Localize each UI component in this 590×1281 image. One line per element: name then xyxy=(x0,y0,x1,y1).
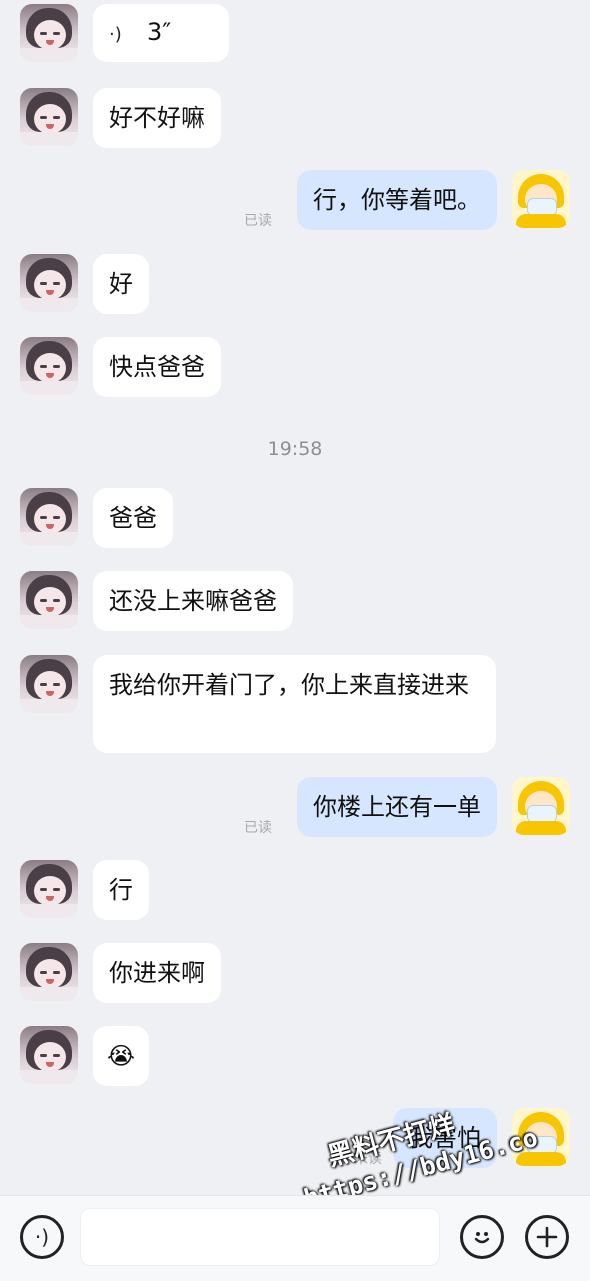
message-bubble[interactable]: 我给你开着门了，你上来直接进来 xyxy=(93,655,496,753)
contact-avatar[interactable] xyxy=(20,4,78,62)
emoji-icon[interactable] xyxy=(460,1215,504,1259)
read-status: 已读 xyxy=(244,820,272,836)
message-bubble[interactable]: 好 xyxy=(93,254,149,314)
input-toolbar: ·) xyxy=(0,1195,590,1281)
contact-avatar[interactable] xyxy=(20,1026,78,1084)
voice-icon[interactable]: ·) xyxy=(20,1215,64,1259)
crying-emoji-message[interactable]: 😭 xyxy=(93,1026,149,1086)
read-status: 已读 xyxy=(244,213,272,229)
plus-icon[interactable] xyxy=(525,1215,569,1259)
contact-avatar[interactable] xyxy=(20,88,78,146)
contact-avatar[interactable] xyxy=(20,943,78,1001)
contact-avatar[interactable] xyxy=(20,860,78,918)
unread-status: 未读 xyxy=(354,1151,382,1167)
contact-avatar[interactable] xyxy=(20,488,78,546)
contact-avatar[interactable] xyxy=(20,655,78,713)
timestamp: 19:58 xyxy=(267,438,323,460)
message-bubble[interactable]: 爸爸 xyxy=(93,488,173,548)
my-avatar[interactable] xyxy=(512,1108,570,1166)
message-bubble[interactable]: 快点爸爸 xyxy=(93,337,221,397)
voice-message-bubble[interactable]: ·) 3″ xyxy=(93,4,229,62)
message-bubble[interactable]: 行 xyxy=(93,860,149,920)
contact-avatar[interactable] xyxy=(20,571,78,629)
my-avatar[interactable] xyxy=(512,170,570,228)
voice-wave-icon: ·) xyxy=(109,24,122,45)
message-bubble[interactable]: 你楼上还有一单 xyxy=(297,777,497,837)
plus-glyph xyxy=(536,1226,558,1248)
message-bubble[interactable]: 我害怕 xyxy=(393,1108,497,1168)
smiley-icon xyxy=(474,1232,490,1244)
message-bubble[interactable]: 还没上来嘛爸爸 xyxy=(93,571,293,631)
contact-avatar[interactable] xyxy=(20,254,78,312)
contact-avatar[interactable] xyxy=(20,337,78,395)
voice-duration: 3″ xyxy=(147,18,172,46)
message-bubble[interactable]: 好不好嘛 xyxy=(93,88,221,148)
message-bubble[interactable]: 行，你等着吧。 xyxy=(297,170,497,230)
message-input[interactable] xyxy=(80,1208,440,1266)
my-avatar[interactable] xyxy=(512,777,570,835)
message-bubble[interactable]: 你进来啊 xyxy=(93,943,221,1003)
